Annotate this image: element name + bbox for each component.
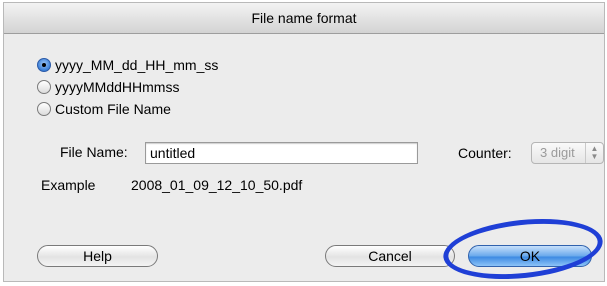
counter-value: 3 digit: [540, 145, 575, 160]
radio-label: yyyyMMddHHmmss: [55, 79, 180, 95]
radio-unselected-icon: [37, 80, 51, 94]
radio-unselected-icon: [37, 102, 51, 116]
dialog-title: File name format: [4, 3, 604, 34]
example-label: Example: [41, 177, 96, 193]
example-value: 2008_01_09_12_10_50.pdf: [131, 177, 303, 193]
radio-custom-file-name[interactable]: Custom File Name: [37, 99, 171, 119]
ok-button[interactable]: OK: [468, 245, 592, 267]
file-name-format-dialog: File name format yyyy_MM_dd_HH_mm_ss yyy…: [3, 2, 605, 282]
chevron-updown-icon: ▲ ▼: [585, 143, 603, 163]
counter-select[interactable]: 3 digit ▲ ▼: [531, 142, 604, 164]
radio-label: yyyy_MM_dd_HH_mm_ss: [55, 57, 219, 73]
cancel-button[interactable]: Cancel: [325, 245, 455, 267]
file-name-input[interactable]: untitled: [145, 142, 418, 164]
radio-selected-icon: [37, 58, 51, 72]
counter-label: Counter:: [458, 145, 512, 161]
radio-label: Custom File Name: [55, 101, 171, 117]
file-name-label: File Name:: [60, 144, 128, 160]
help-button[interactable]: Help: [37, 245, 158, 267]
radio-format-compact[interactable]: yyyyMMddHHmmss: [37, 77, 179, 97]
radio-format-underscore[interactable]: yyyy_MM_dd_HH_mm_ss: [37, 55, 218, 75]
